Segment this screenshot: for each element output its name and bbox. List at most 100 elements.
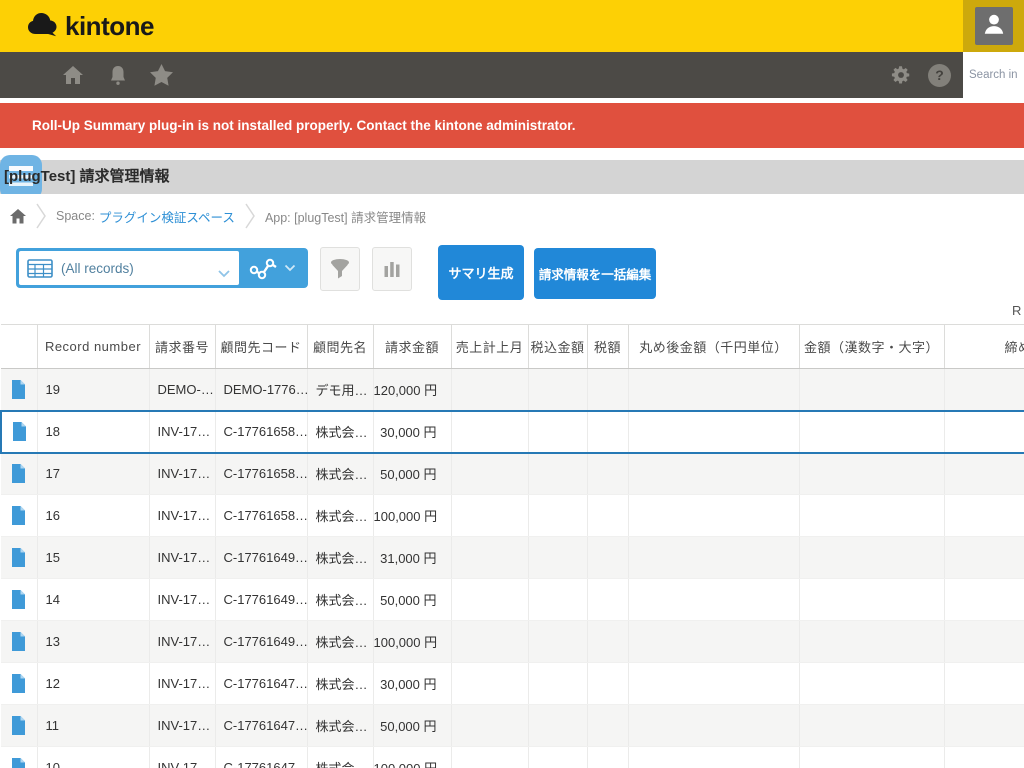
column-header[interactable]: 丸め後金額（千円単位） [628, 325, 799, 369]
cell-empty [528, 411, 587, 453]
cell-amount: 50,000 円 [373, 705, 451, 747]
avatar [975, 7, 1013, 45]
kintone-app-window: kintone ? Roll-Up S [0, 0, 1024, 768]
hamburger-menu-icon[interactable] [10, 66, 36, 85]
graph-view-dropdown[interactable] [239, 251, 305, 285]
column-header-icon [1, 325, 37, 369]
cell-record-number: 11 [37, 705, 149, 747]
cell-invoice-no: INV-17… [149, 495, 215, 537]
favorites-star-icon[interactable] [150, 52, 173, 98]
column-header[interactable]: 請求金額 [373, 325, 451, 369]
cell-empty [528, 537, 587, 579]
cell-empty [587, 747, 628, 768]
column-header[interactable]: 税額 [587, 325, 628, 369]
cell-amount: 31,000 円 [373, 537, 451, 579]
cell-client-code: C-17761658… [215, 411, 307, 453]
cell-client-code: C-17761658… [215, 453, 307, 495]
record-detail-cell [1, 579, 37, 621]
column-header[interactable]: 税込金額 [528, 325, 587, 369]
cell-amount: 120,000 円 [373, 369, 451, 411]
column-header[interactable]: 締め日（20 [944, 325, 1024, 369]
column-header[interactable]: 顧問先コード [215, 325, 307, 369]
cell-record-number: 15 [37, 537, 149, 579]
breadcrumb-app: App: [plugTest] 請求管理情報 [265, 207, 426, 226]
cell-empty [528, 579, 587, 621]
cell-record-number: 17 [37, 453, 149, 495]
cell-client-name: 株式会… [307, 495, 373, 537]
table-view-icon [27, 259, 53, 278]
cell-client-code: C-17761649… [215, 579, 307, 621]
cell-empty [944, 453, 1024, 495]
global-search[interactable] [963, 52, 1024, 98]
kintone-logo[interactable]: kintone [26, 10, 154, 43]
cell-empty [628, 579, 799, 621]
record-detail-cell [1, 495, 37, 537]
record-detail-icon[interactable] [11, 759, 26, 768]
record-detail-cell [1, 369, 37, 411]
cell-client-name: 株式会… [307, 579, 373, 621]
record-detail-icon[interactable] [11, 507, 26, 522]
user-menu[interactable] [963, 0, 1024, 52]
breadcrumb-space-prefix: Space: [56, 209, 95, 223]
cell-empty [799, 621, 944, 663]
record-detail-icon[interactable] [11, 465, 26, 480]
view-dropdown[interactable]: (All records) [19, 251, 239, 285]
cell-client-code: C-17761647… [215, 663, 307, 705]
view-selector: (All records) [16, 248, 308, 288]
settings-gear-icon[interactable] [890, 52, 912, 98]
cell-client-name: デモ用… [307, 369, 373, 411]
cell-empty [628, 537, 799, 579]
column-header[interactable]: 顧問先名 [307, 325, 373, 369]
cell-empty [944, 621, 1024, 663]
column-header[interactable]: 金額（漢数字・大字） [799, 325, 944, 369]
search-input[interactable] [963, 69, 1024, 81]
app-title-bar: [plugTest] 請求管理情報 [0, 160, 1024, 194]
table-row: 15INV-17…C-17761649…株式会…31,000 円 [1, 537, 1024, 579]
cell-invoice-no: INV-17… [149, 579, 215, 621]
column-header[interactable]: 売上計上月 [451, 325, 528, 369]
view-toolbar: (All records) サマリ [16, 245, 656, 303]
chart-button[interactable] [372, 247, 412, 291]
cell-record-number: 10 [37, 747, 149, 768]
cell-client-name: 株式会… [307, 537, 373, 579]
record-detail-cell [1, 411, 37, 453]
record-detail-icon[interactable] [11, 591, 26, 606]
page-title: [plugTest] 請求管理情報 [4, 160, 170, 194]
cell-empty [799, 579, 944, 621]
bulk-edit-button[interactable]: 請求情報を一括編集 [534, 248, 656, 299]
records-meta-text: R [1012, 303, 1021, 318]
column-header[interactable]: Record number [37, 325, 149, 369]
home-icon[interactable] [62, 52, 84, 98]
record-detail-icon[interactable] [12, 423, 27, 438]
filter-button[interactable] [320, 247, 360, 291]
summary-generate-button[interactable]: サマリ生成 [438, 245, 524, 300]
cell-empty [451, 747, 528, 768]
record-detail-icon[interactable] [11, 633, 26, 648]
record-detail-icon[interactable] [11, 549, 26, 564]
help-icon[interactable]: ? [928, 64, 951, 87]
table-row: 10INV-17…C-17761647…株式会…100,000 円 [1, 747, 1024, 768]
cell-invoice-no: INV-17… [149, 453, 215, 495]
breadcrumb-home-icon[interactable] [10, 209, 26, 224]
notifications-bell-icon[interactable] [108, 52, 128, 98]
table-row: 13INV-17…C-17761649…株式会…100,000 円 [1, 621, 1024, 663]
cell-record-number: 12 [37, 663, 149, 705]
record-detail-icon[interactable] [11, 675, 26, 690]
cell-empty [628, 663, 799, 705]
cell-invoice-no: INV-17… [149, 621, 215, 663]
chevron-right-icon [36, 203, 46, 229]
record-detail-icon[interactable] [11, 381, 26, 396]
cell-empty [451, 705, 528, 747]
cell-amount: 50,000 円 [373, 579, 451, 621]
cell-empty [799, 705, 944, 747]
cell-empty [799, 747, 944, 768]
column-header[interactable]: 請求番号 [149, 325, 215, 369]
cell-empty [628, 411, 799, 453]
cell-empty [451, 495, 528, 537]
graph-nodes-icon [249, 257, 279, 280]
table-row: 19DEMO-…DEMO-1776…デモ用…120,000 円 [1, 369, 1024, 411]
record-detail-icon[interactable] [11, 717, 26, 732]
cell-record-number: 13 [37, 621, 149, 663]
breadcrumb-space-link[interactable]: プラグイン検証スペース [99, 207, 235, 226]
cell-invoice-no: INV-17… [149, 411, 215, 453]
